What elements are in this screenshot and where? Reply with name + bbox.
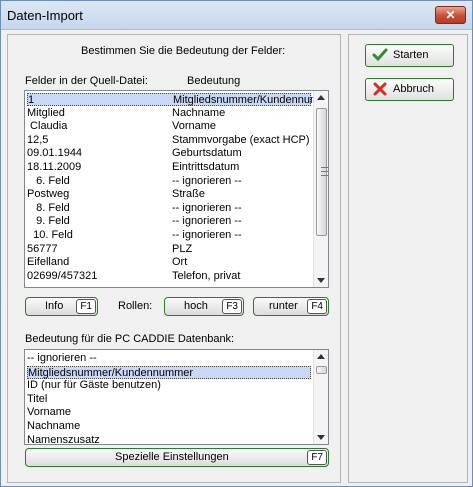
table-row[interactable]: 10. Feld -- ignorieren --	[27, 229, 311, 242]
source-cell: 09.01.1944	[27, 147, 83, 160]
title-bar: Daten-Import ✕	[1, 1, 472, 30]
source-cell: 56777	[27, 242, 58, 255]
table-row[interactable]: 6. Feld -- ignorieren --	[27, 175, 311, 188]
meaning-cell: Vorname	[172, 120, 217, 133]
meaning-cell: -- ignorieren --	[172, 215, 242, 228]
special-settings-label: Spezielle Einstellungen	[115, 451, 229, 463]
close-icon: ✕	[445, 8, 456, 22]
source-cell: 8. Feld	[27, 201, 70, 214]
field-heading: Bestimmen Sie die Bedeutung der Felder:	[81, 45, 286, 57]
source-cell: Mitglied	[27, 106, 65, 119]
list-item[interactable]: Titel	[27, 393, 311, 406]
source-column-header: Felder in der Quell-Datei:	[25, 75, 148, 87]
list-item[interactable]: ID (nur für Gäste benutzen)	[27, 379, 311, 392]
table-row[interactable]: Claudia Vorname	[27, 120, 311, 133]
field-mapping-list[interactable]: 1 Mitgliedsnummer/Kundennummer Mitglied Nac…	[24, 90, 329, 288]
table-row[interactable]: 8. Feld -- ignorieren --	[27, 202, 311, 215]
source-cell: Eifelland	[27, 256, 70, 269]
table-row[interactable]: 1 Mitgliedsnummer/Kundennummer	[27, 93, 313, 106]
cancel-button[interactable]: Abbruch	[365, 78, 454, 101]
source-cell: 6. Feld	[27, 174, 70, 187]
down-shortcut-badge: F4	[307, 299, 327, 314]
source-cell: 10. Feld	[27, 229, 73, 241]
database-heading: Bedeutung für die PC CADDIE Datenbank:	[25, 333, 235, 345]
special-settings-button[interactable]: Spezielle Einstellungen F7	[25, 448, 329, 467]
table-row[interactable]: Postweg Straße	[27, 188, 311, 201]
source-cell: 9. Feld	[27, 215, 70, 228]
list-item[interactable]: Namenszusatz	[27, 434, 311, 444]
source-cell: 02699/457321	[27, 269, 98, 282]
source-cell: 1	[28, 94, 35, 106]
special-shortcut-badge: F7	[307, 450, 327, 465]
table-row[interactable]: 09.01.1944 Geburtsdatum	[27, 147, 311, 160]
table-row[interactable]: 12,5 Stammvorgabe (exact HCP)	[27, 134, 311, 147]
side-panel: Starten Abbruch	[348, 34, 468, 483]
table-row[interactable]: 9. Feld -- ignorieren --	[27, 215, 311, 228]
db-scroll-up-icon[interactable]	[317, 354, 325, 359]
db-scroll-thumb[interactable]	[316, 366, 327, 374]
source-cell: Claudia	[27, 120, 68, 133]
list-item[interactable]: Mitgliedsnummer/Kundennummer	[27, 365, 311, 379]
window-title: Daten-Import	[7, 8, 83, 23]
list-item[interactable]: Nachname	[27, 420, 311, 433]
source-cell: Postweg	[27, 188, 70, 201]
meaning-cell: Telefon, privat	[172, 269, 241, 282]
list-item[interactable]: -- ignorieren --	[27, 352, 311, 365]
start-button[interactable]: Starten	[365, 44, 454, 67]
meaning-cell: -- ignorieren --	[172, 174, 242, 187]
list-item[interactable]: Vorname	[27, 406, 311, 419]
scroll-down-icon[interactable]	[317, 278, 325, 283]
meaning-cell: Ort	[172, 256, 188, 269]
main-panel: Bestimmen Sie die Bedeutung der Felder: …	[7, 34, 341, 483]
up-button[interactable]: hoch F3	[164, 297, 244, 316]
info-shortcut-badge: F1	[76, 299, 96, 314]
scroll-up-icon[interactable]	[317, 95, 325, 100]
meaning-cell: Straße	[172, 188, 206, 201]
up-button-label: hoch	[184, 300, 208, 312]
down-button[interactable]: runter F4	[253, 297, 329, 316]
meaning-cell: Geburtsdatum	[172, 147, 242, 160]
meaning-cell: Stammvorgabe (exact HCP)	[172, 133, 310, 146]
scroll-thumb[interactable]	[316, 108, 328, 236]
close-button[interactable]: ✕	[435, 6, 466, 24]
source-cell: 12,5	[27, 133, 49, 146]
import-dialog: Daten-Import ✕ Bestimmen Sie die Bedeutu…	[0, 0, 473, 487]
table-row[interactable]: Mitglied Nachname	[27, 107, 311, 120]
db-list-scrollbar[interactable]	[313, 350, 328, 444]
checkmark-icon	[372, 48, 388, 62]
meaning-cell: -- ignorieren --	[172, 229, 242, 241]
rollen-label: Rollen:	[118, 300, 153, 312]
start-button-label: Starten	[393, 49, 429, 61]
database-field-list[interactable]: -- ignorieren -- Mitgliedsnummer/Kundennu…	[24, 349, 329, 445]
info-button-label: Info	[45, 300, 64, 312]
db-scroll-down-icon[interactable]	[317, 435, 325, 440]
cancel-button-label: Abbruch	[393, 83, 434, 95]
up-shortcut-badge: F3	[222, 299, 242, 314]
table-row[interactable]: 56777 PLZ	[27, 243, 311, 256]
meaning-cell: Eintrittsdatum	[172, 161, 240, 173]
table-row[interactable]: 18.11.2009 Eintrittsdatum	[27, 161, 311, 174]
table-row[interactable]: 02699/457321 Telefon, privat	[27, 270, 311, 283]
table-row[interactable]: Eifelland Ort	[27, 256, 311, 269]
cross-icon	[373, 82, 387, 96]
meaning-cell: PLZ	[172, 242, 193, 255]
meaning-cell: -- ignorieren --	[172, 201, 242, 214]
field-list-scrollbar[interactable]	[313, 91, 328, 287]
down-button-label: runter	[269, 300, 298, 312]
meaning-cell: Mitgliedsnummer/Kundennummer	[173, 94, 313, 106]
meaning-column-header: Bedeutung	[187, 75, 241, 87]
source-cell: 18.11.2009	[27, 161, 82, 173]
meaning-cell: Nachname	[172, 106, 226, 119]
info-button[interactable]: Info F1	[25, 297, 98, 316]
